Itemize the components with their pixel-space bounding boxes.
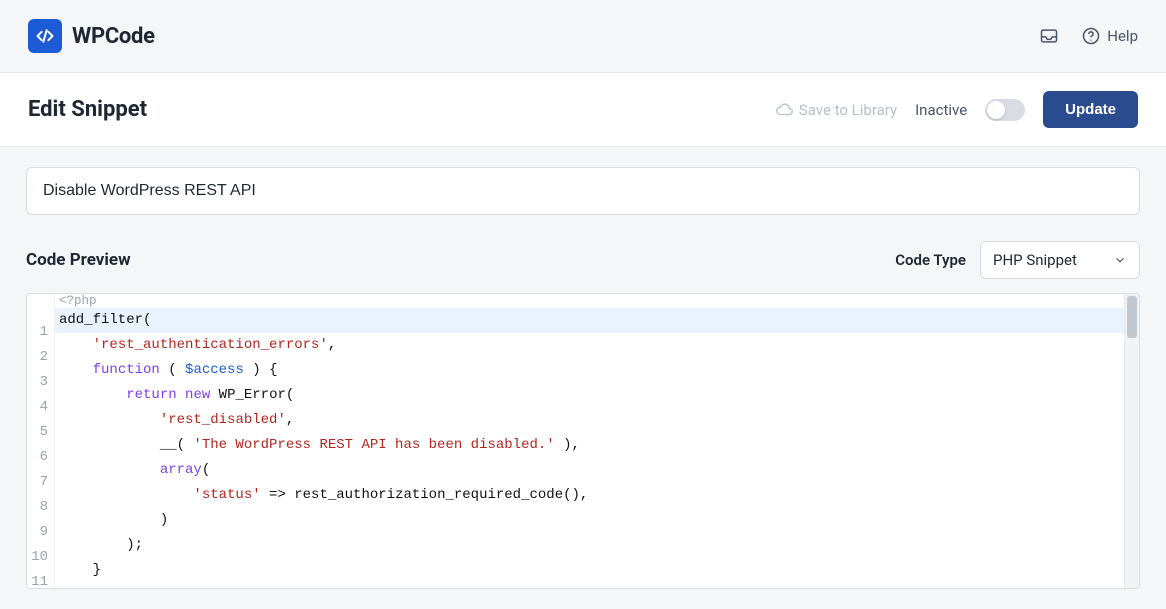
save-to-library-label: Save to Library bbox=[799, 101, 897, 119]
brand-name: WPCode bbox=[72, 24, 155, 49]
code-type-value: PHP Snippet bbox=[993, 251, 1077, 269]
app-topbar: WPCode Help bbox=[0, 0, 1166, 72]
code-type-select[interactable]: PHP Snippet bbox=[980, 241, 1140, 279]
top-actions: Help bbox=[1039, 26, 1138, 46]
brand: WPCode bbox=[28, 19, 155, 53]
active-toggle[interactable] bbox=[985, 99, 1025, 121]
help-link[interactable]: Help bbox=[1081, 26, 1138, 46]
editor-scrollbar[interactable] bbox=[1124, 294, 1139, 588]
inbox-icon[interactable] bbox=[1039, 26, 1059, 46]
update-button[interactable]: Update bbox=[1043, 91, 1138, 128]
page-header: Edit Snippet Save to Library Inactive Up… bbox=[0, 72, 1166, 147]
help-label: Help bbox=[1107, 27, 1138, 45]
page-body: Code Preview Code Type PHP Snippet 12345… bbox=[0, 147, 1166, 609]
page-controls: Save to Library Inactive Update bbox=[775, 91, 1138, 128]
code-preview-label: Code Preview bbox=[26, 250, 131, 270]
snippet-title-input[interactable] bbox=[26, 167, 1140, 215]
code-editor[interactable]: 1234567891011 <?phpadd_filter( 'rest_aut… bbox=[26, 293, 1140, 589]
chevron-down-icon bbox=[1113, 253, 1127, 267]
code-preview-header: Code Preview Code Type PHP Snippet bbox=[26, 241, 1140, 279]
save-to-library-button[interactable]: Save to Library bbox=[775, 101, 897, 119]
page-title: Edit Snippet bbox=[28, 97, 147, 122]
editor-code[interactable]: <?phpadd_filter( 'rest_authentication_er… bbox=[55, 294, 1139, 589]
status-label: Inactive bbox=[915, 101, 967, 119]
brand-logo-icon bbox=[28, 19, 62, 53]
code-type-label: Code Type bbox=[895, 251, 966, 269]
code-type-group: Code Type PHP Snippet bbox=[895, 241, 1140, 279]
cloud-icon bbox=[775, 101, 793, 119]
editor-gutter: 1234567891011 bbox=[27, 294, 55, 589]
